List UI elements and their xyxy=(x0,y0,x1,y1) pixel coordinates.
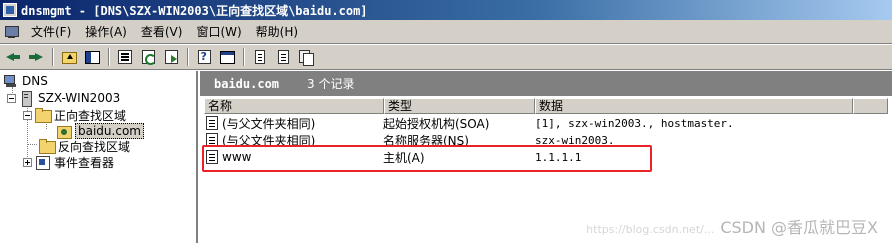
new-host-button[interactable] xyxy=(249,47,271,67)
menu-action[interactable]: 操作(A) xyxy=(78,22,134,42)
expand-event-viewer-toggle[interactable] xyxy=(23,157,32,167)
record-name: (与父文件夹相同) xyxy=(222,116,316,131)
new-other-records-button[interactable] xyxy=(295,47,317,67)
new-other-records-icon xyxy=(299,50,314,66)
folder-icon xyxy=(39,139,56,154)
collapse-server-toggle[interactable] xyxy=(7,93,16,103)
console-tree[interactable]: DNS SZX-WIN2003 正向查找区域 baidu.com 反向查找区域 … xyxy=(0,71,198,243)
forward-button[interactable] xyxy=(25,47,47,67)
help-icon xyxy=(197,50,211,64)
column-header-filler xyxy=(853,98,888,114)
show-hide-tree-button[interactable] xyxy=(81,47,103,67)
help-button[interactable] xyxy=(193,47,215,67)
toolbar xyxy=(0,45,892,70)
tree-connector xyxy=(27,144,37,145)
new-record-icon xyxy=(255,50,265,64)
tree-node-reverse-zones[interactable]: 反向查找区域 xyxy=(39,138,130,154)
back-icon xyxy=(5,49,21,65)
record-row[interactable]: (与父文件夹相同) 起始授权机构(SOA) [1], szx-win2003.,… xyxy=(206,114,835,132)
zone-icon xyxy=(56,124,72,139)
column-headers: 名称 类型 数据 xyxy=(204,98,888,114)
show-hide-tree-icon xyxy=(84,51,100,64)
tree-label-dns: DNS xyxy=(22,74,48,88)
properties-icon xyxy=(118,50,132,64)
console-icon[interactable] xyxy=(4,24,20,40)
watermark-text: CSDN @香瓜就巴豆X xyxy=(720,218,878,237)
record-data: [1], szx-win2003., hostmaster. xyxy=(535,116,734,130)
record-row[interactable]: www 主机(A) 1.1.1.1 xyxy=(206,148,835,166)
new-record-alt-icon xyxy=(277,50,289,64)
record-data: 1.1.1.1 xyxy=(535,150,582,164)
menu-help[interactable]: 帮助(H) xyxy=(249,22,305,42)
menu-window[interactable]: 窗口(W) xyxy=(189,22,248,42)
record-name: (与父文件夹相同) xyxy=(222,133,316,148)
up-one-level-button[interactable] xyxy=(58,47,80,67)
export-list-button[interactable] xyxy=(160,47,182,67)
event-viewer-icon xyxy=(35,155,51,170)
record-type: 起始授权机构(SOA) xyxy=(383,116,490,131)
up-folder-icon xyxy=(61,52,77,64)
record-row[interactable]: (与父文件夹相同) 名称服务器(NS) szx-win2003. xyxy=(206,131,835,149)
tree-label-event-viewer: 事件查看器 xyxy=(54,155,115,170)
menu-bar: 文件(F) 操作(A) 查看(V) 窗口(W) 帮助(H) xyxy=(0,20,892,44)
properties-button[interactable] xyxy=(114,47,136,67)
tree-label-reverse-zones: 反向查找区域 xyxy=(58,139,131,154)
record-data: szx-win2003. xyxy=(535,133,615,147)
toolbar-separator xyxy=(187,48,189,66)
dns-record-icon xyxy=(206,116,218,130)
record-name: www xyxy=(222,150,252,164)
dns-record-icon xyxy=(206,150,218,164)
tree-label-server: SZX-WIN2003 xyxy=(38,91,121,105)
toolbar-separator xyxy=(52,48,54,66)
collapse-forward-zones-toggle[interactable] xyxy=(23,110,32,120)
refresh-icon xyxy=(141,50,156,65)
record-type: 主机(A) xyxy=(383,150,425,165)
dns-record-icon xyxy=(206,133,218,147)
toolbar-separator xyxy=(108,48,110,66)
show-hide-action-pane-button[interactable] xyxy=(216,47,238,67)
tree-node-dns[interactable]: DNS xyxy=(3,73,48,89)
window-title-bar[interactable]: dnsmgmt - [DNS\SZX-WIN2003\正向查找区域\baidu.… xyxy=(0,0,892,20)
details-zone-name: baidu.com xyxy=(214,76,280,91)
column-header-name[interactable]: 名称 xyxy=(204,98,384,114)
server-icon xyxy=(19,91,35,107)
column-header-type[interactable]: 类型 xyxy=(384,98,535,114)
mmc-app-icon xyxy=(3,3,17,17)
window-title: dnsmgmt - [DNS\SZX-WIN2003\正向查找区域\baidu.… xyxy=(21,3,368,18)
record-count: 3 个记录 xyxy=(307,77,355,91)
folder-icon xyxy=(35,108,52,123)
tree-label-forward-zones: 正向查找区域 xyxy=(54,108,127,123)
toolbar-separator xyxy=(243,48,245,66)
new-alias-button[interactable] xyxy=(272,47,294,67)
export-list-icon xyxy=(164,50,178,64)
column-header-data[interactable]: 数据 xyxy=(535,98,853,114)
forward-icon xyxy=(28,49,44,65)
tree-node-event-viewer[interactable]: 事件查看器 xyxy=(23,154,114,170)
menu-file[interactable]: 文件(F) xyxy=(24,22,78,42)
back-button[interactable] xyxy=(2,47,24,67)
record-type: 名称服务器(NS) xyxy=(383,133,469,148)
tree-node-server[interactable]: SZX-WIN2003 xyxy=(7,90,121,107)
menu-view[interactable]: 查看(V) xyxy=(134,22,190,42)
watermark-url: https://blog.csdn.net/... xyxy=(586,223,715,236)
show-hide-action-pane-icon xyxy=(219,51,235,64)
dns-console-icon xyxy=(3,74,19,88)
watermark: https://blog.csdn.net/... CSDN @香瓜就巴豆X xyxy=(586,214,878,238)
details-header: baidu.com 3 个记录 xyxy=(200,71,892,96)
refresh-button[interactable] xyxy=(137,47,159,67)
tree-node-forward-zones[interactable]: 正向查找区域 xyxy=(23,107,126,123)
